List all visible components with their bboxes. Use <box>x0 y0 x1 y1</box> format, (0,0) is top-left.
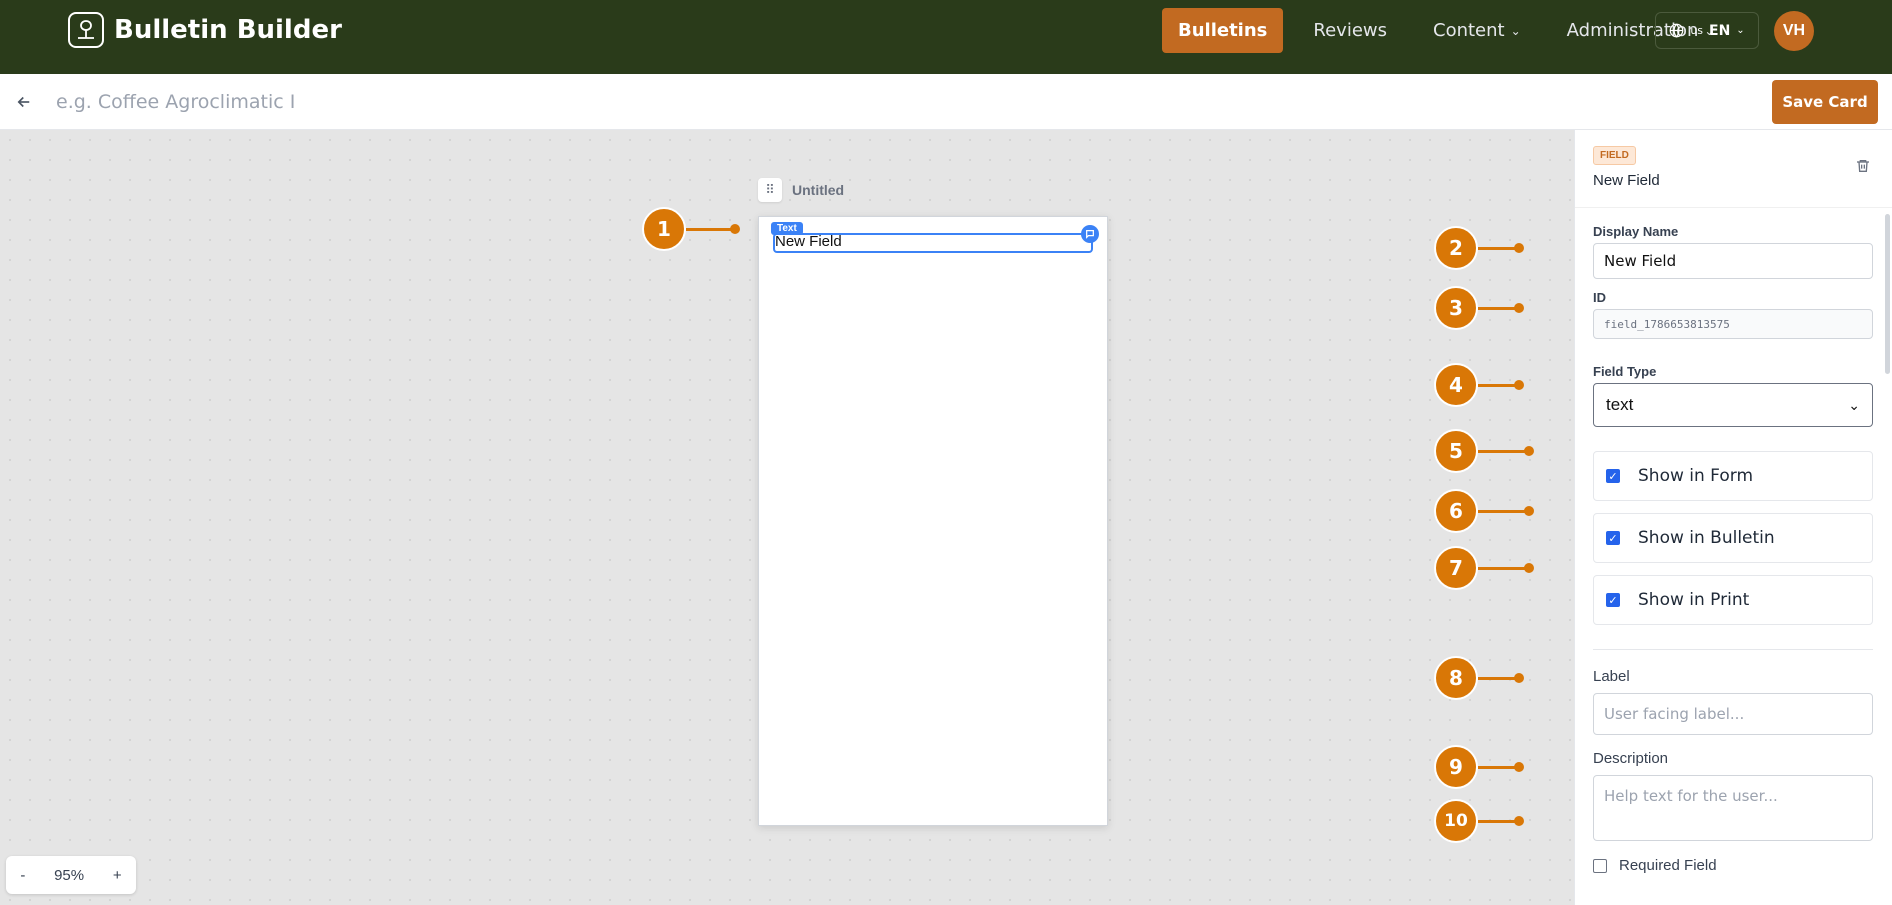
chevron-down-icon: ⌄ <box>1848 396 1860 413</box>
show-in-print-label: Show in Print <box>1638 590 1750 610</box>
nav-content[interactable]: Content ⌄ <box>1417 8 1537 53</box>
marker-4-number: 4 <box>1434 363 1478 407</box>
show-in-print-checkbox[interactable]: ✓ <box>1606 593 1620 607</box>
marker-3: 3 <box>1434 286 1524 330</box>
id-field[interactable]: field_1786653813575 <box>1593 309 1873 339</box>
id-label: ID <box>1593 290 1606 305</box>
globe-icon <box>1669 23 1684 38</box>
display-name-field[interactable]: New Field <box>1593 243 1873 279</box>
trash-icon[interactable] <box>1855 158 1873 176</box>
chevron-down-icon: ⌄ <box>1736 25 1745 36</box>
display-name-label: Display Name <box>1593 224 1679 239</box>
field-type-value: text <box>1606 395 1634 414</box>
marker-5: 5 <box>1434 429 1534 473</box>
language-selector[interactable]: us EN ⌄ <box>1655 12 1759 49</box>
marker-7-number: 7 <box>1434 546 1478 590</box>
marker-9: 9 <box>1434 745 1524 789</box>
marker-6-number: 6 <box>1434 489 1478 533</box>
zoom-out-button[interactable]: - <box>12 867 33 884</box>
card-title-bar: Save Card <box>0 74 1892 130</box>
back-arrow-icon[interactable] <box>12 90 36 114</box>
drag-handle-icon[interactable]: ⠿ <box>758 178 782 202</box>
chevron-down-icon: ⌄ <box>1510 23 1521 38</box>
description-placeholder: Help text for the user... <box>1604 787 1778 805</box>
show-in-bulletin-label: Show in Bulletin <box>1638 528 1775 548</box>
id-value: field_1786653813575 <box>1604 317 1730 331</box>
brand-name: Bulletin Builder <box>114 15 342 45</box>
avatar[interactable]: VH <box>1774 11 1814 51</box>
language-code: EN <box>1709 22 1731 39</box>
description-label: Description <box>1593 750 1669 767</box>
marker-7: 7 <box>1434 546 1534 590</box>
marker-5-number: 5 <box>1434 429 1478 473</box>
marker-1: 1 <box>642 207 740 251</box>
design-canvas[interactable]: ⠿ Untitled Text New Field - 95% + <box>0 130 1574 905</box>
field-type-label: Field Type <box>1593 364 1657 379</box>
display-name-value: New Field <box>1604 252 1677 270</box>
label-label: Label <box>1593 668 1630 685</box>
comment-icon[interactable] <box>1081 225 1099 243</box>
field-type-select[interactable]: text ⌄ <box>1593 383 1873 427</box>
marker-8: 8 <box>1434 656 1524 700</box>
description-field[interactable]: Help text for the user... <box>1593 775 1873 841</box>
card-preview: Text New Field <box>758 216 1108 826</box>
marker-9-number: 9 <box>1434 745 1478 789</box>
field-badge: FIELD <box>1593 146 1636 165</box>
marker-3-number: 3 <box>1434 286 1478 330</box>
brand[interactable]: Bulletin Builder <box>68 12 342 48</box>
show-in-bulletin-checkbox[interactable]: ✓ <box>1606 531 1620 545</box>
card-header: ⠿ Untitled <box>758 178 844 202</box>
marker-1-number: 1 <box>642 207 686 251</box>
top-nav: Bulletin Builder Bulletins Reviews Conte… <box>0 0 1892 74</box>
required-field-checkbox[interactable] <box>1593 858 1607 873</box>
nav-reviews-label: Reviews <box>1313 20 1387 41</box>
marker-10: 10 <box>1434 799 1524 843</box>
panel-scrollbar[interactable] <box>1885 214 1890 374</box>
zoom-controls: - 95% + <box>6 856 136 894</box>
required-field-option[interactable]: Required Field <box>1593 857 1717 874</box>
zoom-in-button[interactable]: + <box>105 867 130 884</box>
language-flag: us <box>1690 24 1704 37</box>
marker-8-number: 8 <box>1434 656 1478 700</box>
show-in-form-option[interactable]: ✓ Show in Form <box>1593 451 1873 501</box>
field-properties-panel: FIELD New Field Display Name New Field I… <box>1574 130 1892 905</box>
nav-bulletins[interactable]: Bulletins <box>1162 8 1284 53</box>
field-text[interactable]: New Field <box>775 233 842 251</box>
marker-6: 6 <box>1434 489 1534 533</box>
main-nav: Bulletins Reviews Content ⌄ Administrati… <box>1162 7 1730 54</box>
nav-reviews[interactable]: Reviews <box>1297 8 1403 53</box>
marker-2-number: 2 <box>1434 226 1478 270</box>
card-name: Untitled <box>792 182 845 198</box>
show-in-print-option[interactable]: ✓ Show in Print <box>1593 575 1873 625</box>
nav-content-label: Content <box>1433 20 1505 41</box>
card-title-input[interactable] <box>56 86 656 118</box>
marker-10-number: 10 <box>1434 799 1478 843</box>
save-card-button[interactable]: Save Card <box>1772 80 1878 124</box>
show-in-bulletin-option[interactable]: ✓ Show in Bulletin <box>1593 513 1873 563</box>
panel-subtitle: New Field <box>1593 172 1660 189</box>
panel-header: FIELD New Field <box>1575 130 1892 208</box>
required-field-label: Required Field <box>1619 857 1717 874</box>
label-field[interactable]: User facing label... <box>1593 693 1873 735</box>
show-in-form-label: Show in Form <box>1638 466 1753 486</box>
show-in-form-checkbox[interactable]: ✓ <box>1606 469 1620 483</box>
brand-logo-icon <box>68 12 104 48</box>
label-placeholder: User facing label... <box>1604 705 1745 723</box>
panel-divider <box>1593 649 1873 650</box>
zoom-level: 95% <box>54 866 85 884</box>
marker-4: 4 <box>1434 363 1524 407</box>
nav-bulletins-label: Bulletins <box>1178 20 1268 41</box>
marker-2: 2 <box>1434 226 1524 270</box>
